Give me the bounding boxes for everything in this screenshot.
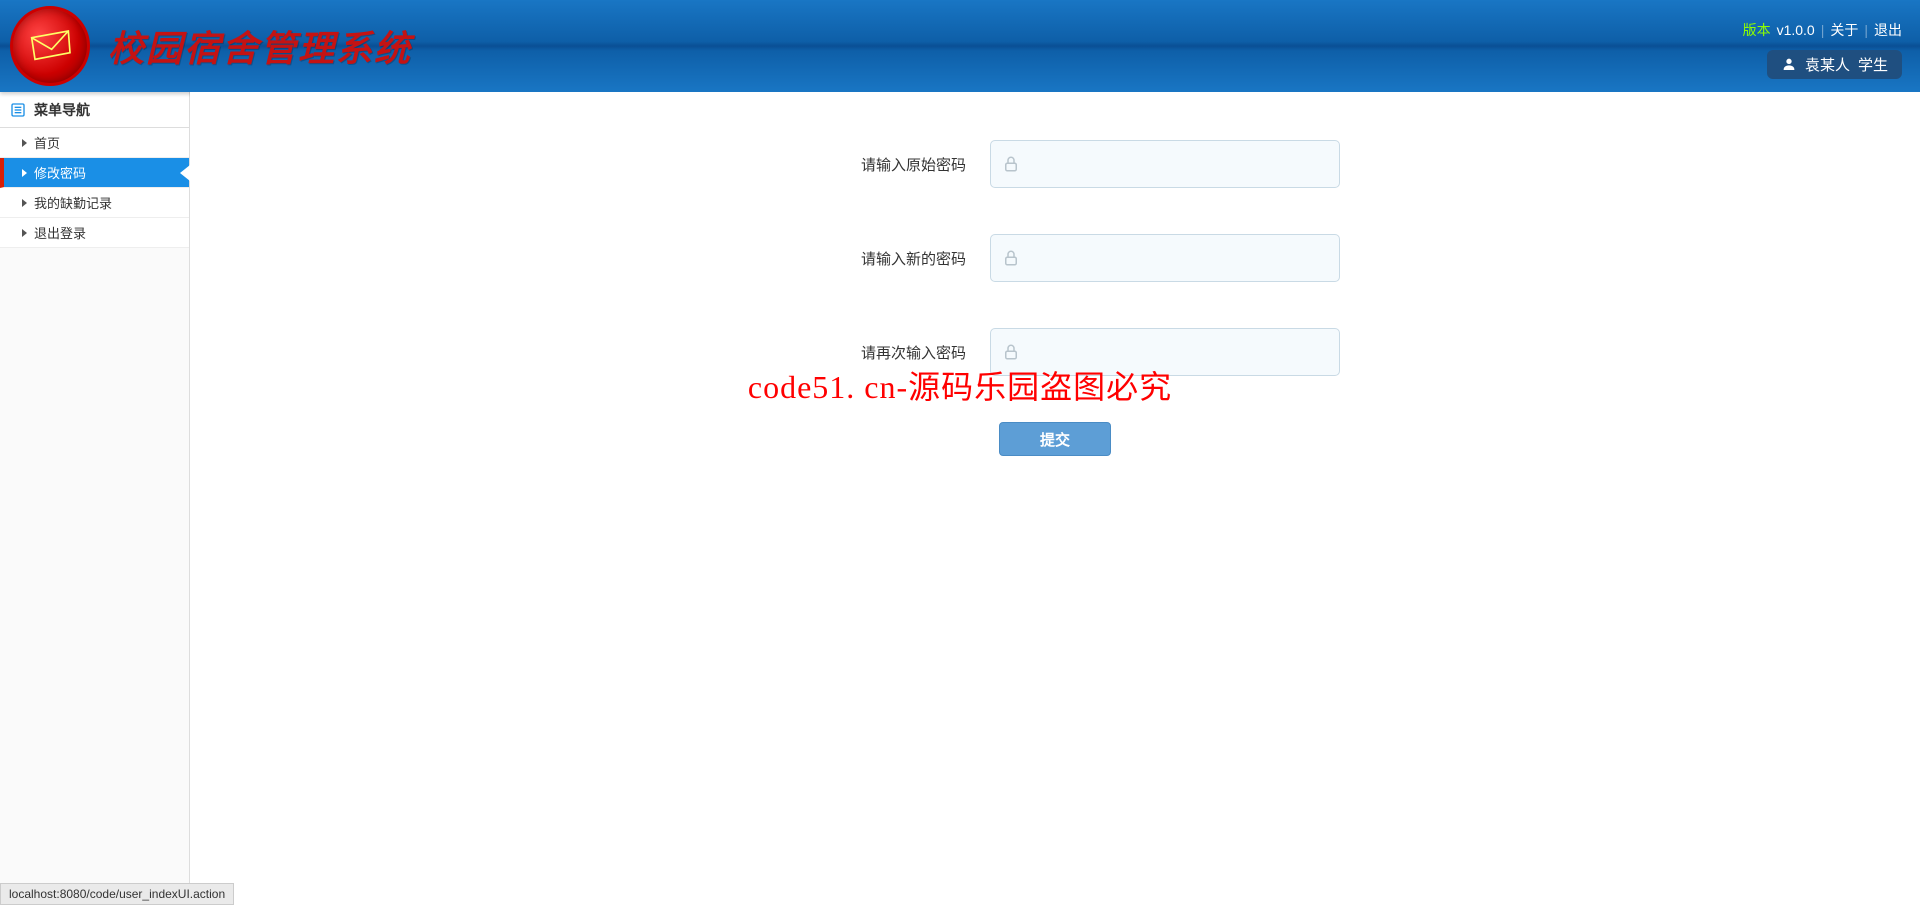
sidebar-item-label: 首页 xyxy=(34,133,60,152)
status-url: localhost:8080/code/user_indexUI.action xyxy=(9,887,225,901)
submit-button[interactable]: 提交 xyxy=(999,422,1111,456)
about-link[interactable]: 关于 xyxy=(1830,20,1858,40)
version-label: 版本 xyxy=(1743,20,1771,40)
app-title: 校园宿舍管理系统 xyxy=(108,20,412,72)
user-badge[interactable]: 袁某人 学生 xyxy=(1767,50,1902,79)
divider: | xyxy=(1821,22,1825,38)
caret-icon xyxy=(22,139,27,147)
sidebar-header: 菜单导航 xyxy=(0,92,189,128)
form-row-new-password: 请输入新的密码 xyxy=(605,234,1505,282)
sidebar-item-label: 我的缺勤记录 xyxy=(34,193,112,212)
logout-link[interactable]: 退出 xyxy=(1874,20,1902,40)
user-role: 学生 xyxy=(1858,54,1888,75)
header-links: 版本 v1.0.0 | 关于 | 退出 xyxy=(1743,20,1902,40)
user-icon xyxy=(1781,56,1797,72)
old-password-label: 请输入原始密码 xyxy=(770,154,990,175)
form-row-confirm-password: 请再次输入密码 xyxy=(605,328,1505,376)
header-right: 版本 v1.0.0 | 关于 | 退出 袁某人 学生 xyxy=(1743,14,1902,79)
sidebar-title: 菜单导航 xyxy=(34,100,90,120)
sidebar-item-change-password[interactable]: 修改密码 xyxy=(0,158,189,188)
sidebar-menu: 首页 修改密码 我的缺勤记录 退出登录 xyxy=(0,128,189,248)
sidebar-item-home[interactable]: 首页 xyxy=(0,128,189,158)
logo-area: 校园宿舍管理系统 xyxy=(10,6,412,86)
new-password-wrap xyxy=(990,234,1340,282)
caret-icon xyxy=(22,199,27,207)
envelope-icon xyxy=(25,26,75,66)
confirm-password-wrap xyxy=(990,328,1340,376)
caret-icon xyxy=(22,169,27,177)
new-password-input[interactable] xyxy=(990,234,1340,282)
change-password-form: 请输入原始密码 请输入新的密码 请再次输入密码 xyxy=(605,140,1505,456)
lock-icon xyxy=(1002,249,1020,267)
old-password-wrap xyxy=(990,140,1340,188)
menu-icon xyxy=(10,102,26,118)
confirm-password-input[interactable] xyxy=(990,328,1340,376)
confirm-password-label: 请再次输入密码 xyxy=(770,342,990,363)
app-header: 校园宿舍管理系统 版本 v1.0.0 | 关于 | 退出 袁某人 学生 xyxy=(0,0,1920,92)
sidebar-item-logout[interactable]: 退出登录 xyxy=(0,218,189,248)
sidebar: 菜单导航 首页 修改密码 我的缺勤记录 退出登录 xyxy=(0,92,190,905)
divider: | xyxy=(1864,22,1868,38)
new-password-label: 请输入新的密码 xyxy=(770,248,990,269)
old-password-input[interactable] xyxy=(990,140,1340,188)
lock-icon xyxy=(1002,155,1020,173)
sidebar-item-label: 修改密码 xyxy=(34,163,86,182)
user-name: 袁某人 xyxy=(1805,54,1850,75)
main-content: 请输入原始密码 请输入新的密码 请再次输入密码 xyxy=(190,92,1920,905)
version-value: v1.0.0 xyxy=(1777,22,1815,38)
form-row-old-password: 请输入原始密码 xyxy=(605,140,1505,188)
app-logo xyxy=(10,6,90,86)
status-bar: localhost:8080/code/user_indexUI.action xyxy=(0,883,234,905)
caret-icon xyxy=(22,229,27,237)
sidebar-item-absence-records[interactable]: 我的缺勤记录 xyxy=(0,188,189,218)
sidebar-item-label: 退出登录 xyxy=(34,223,86,242)
submit-row: 提交 xyxy=(605,422,1505,456)
lock-icon xyxy=(1002,343,1020,361)
